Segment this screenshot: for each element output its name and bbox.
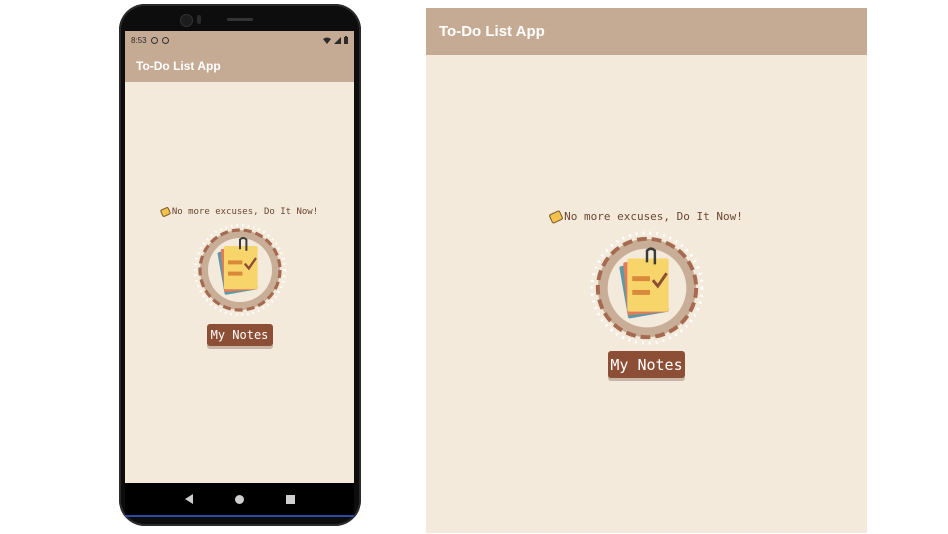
sync-icon	[161, 36, 169, 44]
app-bar: To-Do List App	[125, 49, 354, 82]
back-icon[interactable]	[184, 494, 193, 504]
main-content: No more excuses, Do It Now! My Notes	[125, 206, 354, 346]
my-notes-button[interactable]: My Notes	[206, 324, 273, 346]
notepad-checklist-icon	[589, 231, 704, 345]
preview-tagline-text: No more excuses, Do It Now!	[564, 210, 743, 223]
tag-icon	[159, 206, 172, 218]
status-time: 8:53	[131, 35, 147, 45]
tagline-text: No more excuses, Do It Now!	[171, 207, 319, 217]
status-bar: 8:53	[125, 31, 354, 49]
stage: 8:53 To-Do List App No more excuses, Do …	[0, 0, 948, 534]
notepad-checklist-icon	[193, 224, 286, 316]
app-preview: To-Do List App No more excuses, Do It No…	[426, 8, 867, 533]
preview-app-title: To-Do List App	[439, 23, 545, 40]
app-title: To-Do List App	[136, 58, 221, 73]
tag-icon	[548, 209, 564, 224]
phone-screen: 8:53 To-Do List App No more excuses, Do …	[125, 31, 354, 483]
home-icon[interactable]	[234, 494, 244, 504]
phone-mockup: 8:53 To-Do List App No more excuses, Do …	[119, 4, 361, 526]
tagline: No more excuses, Do It Now!	[159, 206, 319, 218]
earpiece-speaker	[227, 18, 253, 21]
preview-tagline: No more excuses, Do It Now!	[548, 209, 743, 224]
signal-icon	[334, 36, 341, 44]
navigation-bar	[125, 483, 354, 515]
preview-my-notes-label: My Notes	[610, 355, 683, 374]
preview-my-notes-button[interactable]: My Notes	[608, 351, 685, 378]
preview-app-bar: To-Do List App	[426, 8, 867, 55]
battery-icon	[344, 36, 348, 44]
front-camera	[180, 14, 193, 27]
wifi-icon	[323, 37, 331, 44]
preview-main-content: No more excuses, Do It Now! My Notes	[426, 209, 867, 378]
recents-icon[interactable]	[285, 494, 295, 504]
bottom-accent-line	[125, 515, 354, 517]
status-right	[323, 36, 348, 44]
notification-icon	[150, 36, 158, 44]
proximity-sensor	[197, 15, 201, 24]
status-left: 8:53	[131, 36, 169, 45]
my-notes-label: My Notes	[210, 328, 269, 342]
